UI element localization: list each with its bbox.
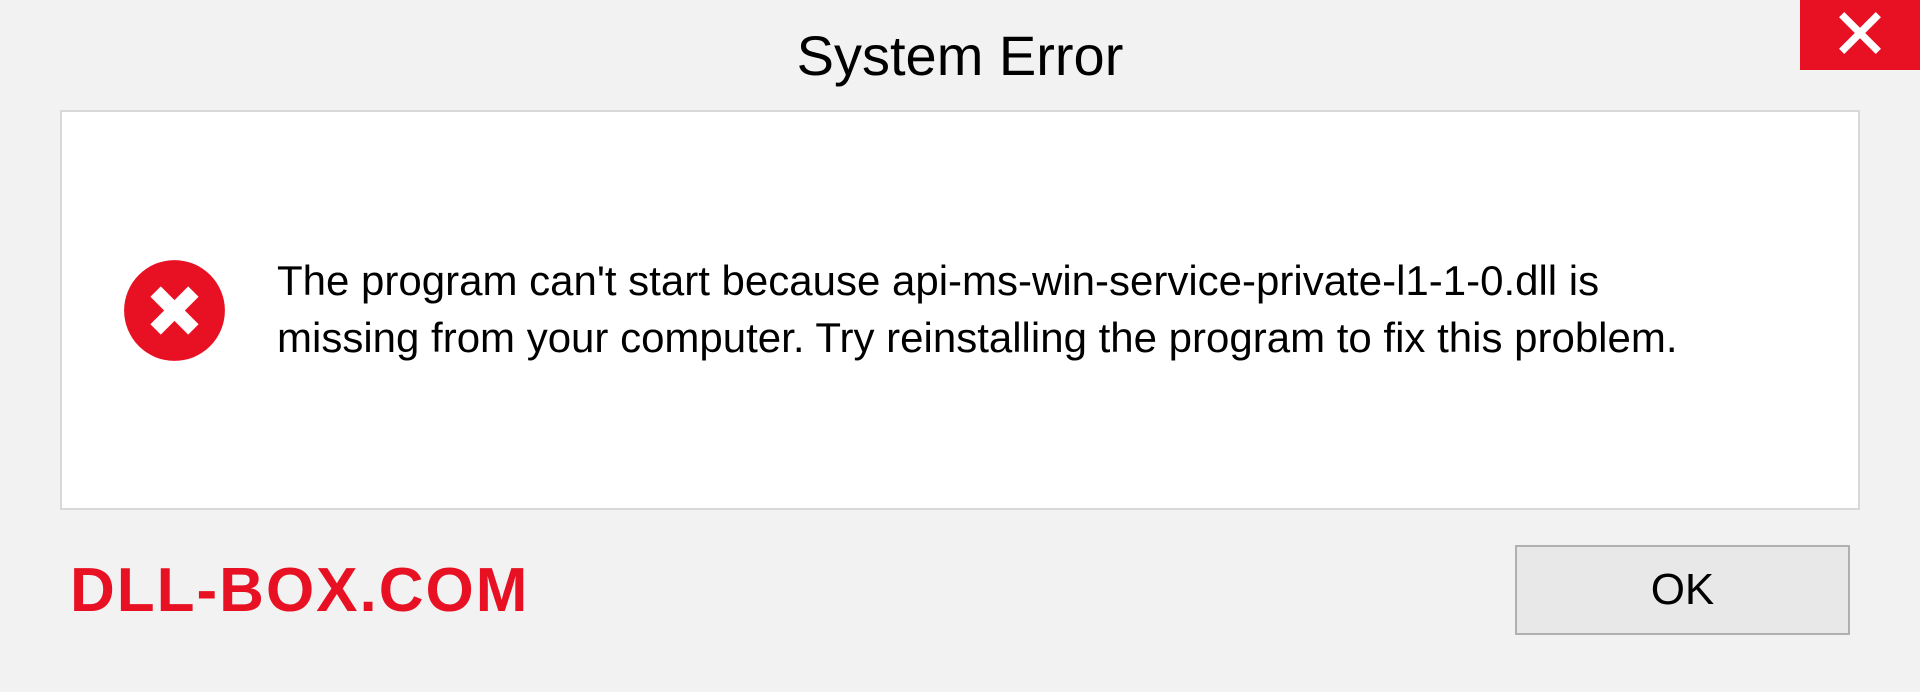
close-icon — [1839, 12, 1881, 59]
error-icon — [122, 258, 227, 363]
dialog-title: System Error — [797, 23, 1124, 88]
close-button[interactable] — [1800, 0, 1920, 70]
ok-button[interactable]: OK — [1515, 545, 1850, 635]
dialog-message: The program can't start because api-ms-w… — [277, 253, 1727, 366]
watermark-text: DLL-BOX.COM — [70, 555, 529, 626]
dialog-titlebar: System Error — [0, 0, 1920, 120]
dialog-footer: DLL-BOX.COM OK — [60, 510, 1860, 670]
dialog-content-panel: The program can't start because api-ms-w… — [60, 110, 1860, 510]
